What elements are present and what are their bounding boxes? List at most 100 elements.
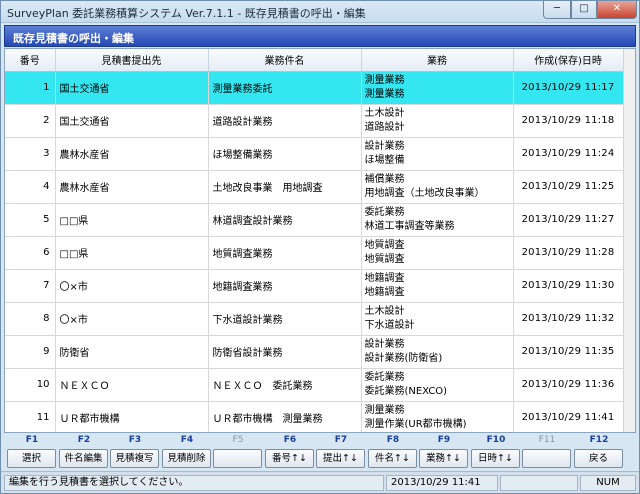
fkey-button-f6[interactable]: 番号↑↓	[265, 449, 314, 468]
table-row[interactable]: 2 国土交通省 道路設計業務 土木設計 道路設計 2013/10/29 11:18	[5, 104, 624, 138]
cell-work: 測量業務測量作業(UR都市機構)	[361, 401, 514, 432]
cell-client: □□県	[55, 203, 209, 237]
fkey-label-f5: F5	[232, 435, 244, 445]
fkey-button-f3[interactable]: 見積複写	[110, 449, 159, 468]
table-row[interactable]: 9 防衛省 防衛省設計業務 設計業務 設計業務(防衛省) 2013/10/29 11:35	[5, 335, 624, 369]
cell-date: 2013/10/29 11:17	[513, 71, 624, 105]
cell-number: 9	[5, 335, 56, 369]
cell-work-detail: 測量作業(UR都市機構)	[364, 418, 467, 430]
maximize-button[interactable]: □	[571, 1, 597, 19]
fkey-button-f4[interactable]: 見積削除	[162, 449, 211, 468]
cell-client: 〇×市	[55, 302, 209, 336]
fkey-label-f7: F7	[334, 435, 348, 445]
fkey-button-f9[interactable]: 業務↑↓	[419, 449, 468, 468]
table-row[interactable]: 11 ＵＲ都市機構 ＵＲ都市機構 測量業務 測量業務 測量作業(UR都市機構) 2013/…	[5, 401, 624, 432]
cell-name: ＵＲ都市機構 測量業務	[208, 401, 362, 432]
column-header-work[interactable]: 業務	[361, 49, 514, 72]
fkey-button-f12[interactable]: 戻る	[574, 449, 623, 468]
cell-number: 10	[5, 368, 56, 402]
cell-date: 2013/10/29 11:36	[513, 368, 624, 402]
cell-work-category: 測量業務	[364, 74, 405, 86]
estimate-table: 番号 見積書提出先 業務件名 業務 作成(保存)日時 1 国土交通省 測量業務委託測…	[4, 48, 636, 433]
cell-work: 設計業務 ほ場整備	[361, 137, 514, 171]
table-row[interactable]: 10 ＮＥＸＣＯ ＮＥＸＣＯ 委託業務 委託業務 委託業務(NEXCO) 2013/10/…	[5, 368, 624, 402]
vertical-scrollbar[interactable]	[623, 49, 635, 432]
cell-date: 2013/10/29 11:35	[513, 335, 624, 369]
cell-name: 地質調査業務	[208, 236, 362, 270]
cell-work: 地質調査 地質調査	[361, 236, 514, 270]
cell-number: 3	[5, 137, 56, 171]
table-body: 1 国土交通省 測量業務委託 測量業務 測量業務 2013/10/29 11:17 2 国土交…	[5, 71, 624, 432]
cell-name: 下水道設計業務	[208, 302, 362, 336]
title-bar[interactable]: SurveyPlan 委託業務積算システム Ver.7.1.1 - 既存見積書の…	[1, 1, 639, 23]
fkey-label-f9: F9	[437, 435, 451, 445]
cell-work-category: 測量業務	[364, 404, 405, 416]
column-header-client[interactable]: 見積書提出先	[55, 49, 209, 72]
cell-number: 1	[5, 71, 56, 105]
cell-work-detail: 林道工事調査等業務	[364, 220, 455, 232]
status-blank	[500, 475, 578, 491]
function-key-buttons: 選択 件名編集 見積複写 見積削除 番号↑↓ 提出↑↓ 件名↑↓ 業務↑↓ 日時↑↓ 戻る	[4, 449, 636, 469]
table-row[interactable]: 7 〇×市 地籍調査業務 地籍調査 地籍調査 2013/10/29 11:30	[5, 269, 624, 303]
status-bar: 編集を行う見積書を選択してください。 2013/10/29 11:41 NUM	[1, 471, 639, 493]
table-row[interactable]: 1 国土交通省 測量業務委託 測量業務 測量業務 2013/10/29 11:17	[5, 71, 624, 105]
cell-work-category: 委託業務	[364, 371, 405, 383]
cell-number: 7	[5, 269, 56, 303]
cell-work-category: 設計業務	[364, 338, 405, 350]
cell-work: 委託業務 委託業務(NEXCO)	[361, 368, 514, 402]
cell-work-detail: 地籍調査	[364, 286, 405, 298]
window-title: SurveyPlan 委託業務積算システム Ver.7.1.1 - 既存見積書の…	[7, 7, 366, 20]
cell-work-category: 地質調査	[364, 239, 405, 251]
column-header-name[interactable]: 業務件名	[208, 49, 362, 72]
column-header-date[interactable]: 作成(保存)日時	[513, 49, 624, 72]
cell-client: 国土交通省	[55, 71, 209, 105]
fkey-label-f6: F6	[283, 435, 297, 445]
cell-work-detail: 道路設計	[364, 121, 405, 133]
cell-date: 2013/10/29 11:27	[513, 203, 624, 237]
cell-number: 6	[5, 236, 56, 270]
fkey-button-f2[interactable]: 件名編集	[59, 449, 108, 468]
fkey-button-f10[interactable]: 日時↑↓	[471, 449, 520, 468]
minimize-button[interactable]: ─	[543, 1, 571, 19]
fkey-label-f10: F10	[486, 435, 506, 445]
app-window: SurveyPlan 委託業務積算システム Ver.7.1.1 - 既存見積書の…	[0, 0, 640, 494]
cell-date: 2013/10/29 11:32	[513, 302, 624, 336]
fkey-button-f5	[213, 449, 262, 468]
cell-name: 地籍調査業務	[208, 269, 362, 303]
fkey-button-f7[interactable]: 提出↑↓	[316, 449, 365, 468]
column-header-number[interactable]: 番号	[5, 49, 56, 72]
cell-work-category: 設計業務	[364, 140, 405, 152]
fkey-label-f4: F4	[180, 435, 194, 445]
fkey-button-f8[interactable]: 件名↑↓	[368, 449, 417, 468]
page-title: 既存見積書の呼出・編集	[13, 32, 134, 45]
cell-name: 土地改良事業 用地調査	[208, 170, 362, 204]
table-row[interactable]: 6 □□県 地質調査業務 地質調査 地質調査 2013/10/29 11:28	[5, 236, 624, 270]
cell-number: 4	[5, 170, 56, 204]
close-button[interactable]: ✕	[597, 1, 637, 19]
cell-work: 設計業務 設計業務(防衛省)	[361, 335, 514, 369]
table-row[interactable]: 3 農林水産省 ほ場整備業務 設計業務 ほ場整備 2013/10/29 11:24	[5, 137, 624, 171]
status-num-lock: NUM	[580, 475, 636, 491]
fkey-button-f1[interactable]: 選択	[7, 449, 56, 468]
cell-work: 地籍調査 地籍調査	[361, 269, 514, 303]
cell-date: 2013/10/29 11:18	[513, 104, 624, 138]
cell-client: ＵＲ都市機構	[55, 401, 209, 432]
cell-name: ほ場整備業務	[208, 137, 362, 171]
table-row[interactable]: 4 農林水産省 土地改良事業 用地調査 補償業務 用地調査（土地改良事業） 2013/10…	[5, 170, 624, 204]
cell-work: 補償業務 用地調査（土地改良事業）	[361, 170, 514, 204]
cell-name: 林道調査設計業務	[208, 203, 362, 237]
cell-client: 農林水産省	[55, 137, 209, 171]
cell-client: □□県	[55, 236, 209, 270]
table-row[interactable]: 5 □□県 林道調査設計業務 委託業務 林道工事調査等業務 2013/10/29 11:2…	[5, 203, 624, 237]
table-row[interactable]: 8 〇×市 下水道設計業務 土木設計 下水道設計 2013/10/29 11:32	[5, 302, 624, 336]
cell-work-category: 土木設計	[364, 305, 405, 317]
fkey-button-f11	[522, 449, 571, 468]
cell-date: 2013/10/29 11:28	[513, 236, 624, 270]
cell-work: 土木設計 道路設計	[361, 104, 514, 138]
cell-work-detail: 測量業務	[364, 88, 405, 100]
cell-work-detail: 用地調査（土地改良事業）	[364, 187, 485, 199]
function-key-labels: F1 F2 F3 F4 F5 F6 F7 F8 F9 F10 F11 F12	[4, 435, 636, 449]
table-header-row: 番号 見積書提出先 業務件名 業務 作成(保存)日時	[5, 49, 624, 72]
cell-work-category: 地籍調査	[364, 272, 405, 284]
fkey-label-f11: F11	[538, 435, 556, 445]
